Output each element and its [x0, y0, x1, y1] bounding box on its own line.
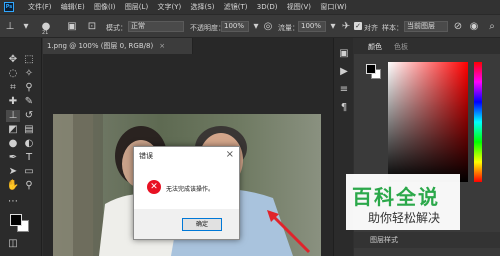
dialog-title: 错误 [139, 152, 153, 160]
mode-label: 模式： [106, 24, 127, 32]
zoom-tool-icon[interactable]: ⚲ [22, 180, 36, 192]
menu-image[interactable]: 图像(I) [94, 2, 116, 12]
clone-stamp-tool-icon[interactable]: ⊥ [4, 21, 16, 33]
pen-tool-icon[interactable]: ✒ [6, 152, 20, 164]
clone-stamp-tool-icon[interactable]: ⊥ [6, 110, 20, 122]
brush-settings-icon[interactable]: ▣ [66, 21, 78, 33]
airbrush-icon[interactable]: ✈ [340, 21, 352, 33]
menu-edit[interactable]: 编辑(E) [61, 2, 85, 12]
search-icon[interactable]: ⌕ [486, 21, 498, 33]
menu-select[interactable]: 选择(S) [191, 2, 215, 12]
blur-tool-icon[interactable]: ● [6, 138, 20, 150]
panel-tabs: 颜色 色板 [354, 38, 500, 54]
clone-source-icon[interactable]: ⊡ [86, 21, 98, 33]
opacity-dropdown-icon[interactable]: ▾ [250, 21, 262, 33]
pressure-size-icon[interactable]: ◉ [468, 21, 480, 33]
red-arrow-annotation [267, 210, 311, 254]
flow-input[interactable]: 100% [298, 21, 326, 32]
dropdown-arrow-icon[interactable]: ▾ [20, 21, 32, 33]
properties-panel-icon[interactable]: ≡ [338, 84, 350, 96]
watermark: 百科全说 助你轻松解决 [346, 174, 460, 230]
dialog-close-icon[interactable]: × [226, 149, 234, 160]
foreground-color-swatch[interactable] [10, 214, 22, 226]
layer-style-label: 图层样式 [370, 236, 398, 244]
menu-window[interactable]: 窗口(W) [320, 2, 346, 12]
history-panel-icon[interactable]: ▣ [338, 48, 350, 60]
history-brush-tool-icon[interactable]: ↺ [22, 110, 36, 122]
close-tab-icon[interactable]: × [159, 42, 165, 50]
mode-select[interactable]: 正常 [128, 21, 184, 32]
opacity-input[interactable]: 100% [221, 21, 249, 32]
align-label: 对齐 [364, 24, 378, 32]
flow-dropdown-icon[interactable]: ▾ [327, 21, 339, 33]
menu-view[interactable]: 视图(V) [287, 2, 311, 12]
dialog-message: 无法完成该操作。 [166, 186, 215, 193]
photoshop-logo: Ps [4, 2, 14, 12]
move-tool-icon[interactable]: ✥ [6, 54, 20, 66]
tab-color[interactable]: 颜色 [368, 42, 382, 52]
tools-panel: ✥ ⬚ ◌ ✧ ⌗ ⚲ ✚ ✎ ⊥ ↺ ◩ ▤ ● ◐ ✒ T ➤ ▭ ✋ ⚲ … [0, 38, 42, 256]
panel-foreground-swatch[interactable] [366, 64, 376, 74]
hue-slider[interactable] [474, 62, 482, 182]
menu-bar: Ps 文件(F) 编辑(E) 图像(I) 图层(L) 文字(Y) 选择(S) 滤… [0, 0, 500, 14]
eyedropper-tool-icon[interactable]: ⚲ [22, 82, 36, 94]
dodge-tool-icon[interactable]: ◐ [22, 138, 36, 150]
layer-style-header[interactable]: 图层样式 [354, 232, 500, 248]
sample-select[interactable]: 当前图层 [404, 21, 448, 32]
crop-tool-icon[interactable]: ⌗ [6, 82, 20, 94]
actions-panel-icon[interactable]: ▶ [338, 66, 350, 78]
hand-tool-icon[interactable]: ✋ [6, 180, 20, 192]
document-tab[interactable]: 1.png @ 100% (图层 0, RGB/8) × [43, 38, 193, 54]
align-checkbox[interactable]: ✓ [354, 22, 362, 30]
path-selection-tool-icon[interactable]: ➤ [6, 166, 20, 178]
marquee-tool-icon[interactable]: ⬚ [22, 54, 36, 66]
tab-swatches[interactable]: 色板 [394, 42, 408, 52]
more-tools-icon[interactable]: ⋯ [6, 196, 20, 208]
menu-3d[interactable]: 3D(D) [257, 3, 278, 11]
brush-tool-icon[interactable]: ✎ [22, 96, 36, 108]
quick-mask-icon[interactable]: ◫ [6, 238, 20, 250]
paragraph-panel-icon[interactable]: ¶ [338, 102, 350, 114]
menu-filter[interactable]: 滤镜(T) [224, 2, 248, 12]
error-dialog: 错误 × ✕ 无法完成该操作。 确定 [133, 146, 240, 240]
magic-wand-tool-icon[interactable]: ✧ [22, 68, 36, 80]
healing-brush-tool-icon[interactable]: ✚ [6, 96, 20, 108]
flow-label: 流量： [278, 24, 299, 32]
eraser-tool-icon[interactable]: ◩ [6, 124, 20, 136]
error-icon: ✕ [147, 180, 161, 194]
options-bar: ⊥ ▾ ● 21 ▣ ⊡ 模式： 正常 不透明度： 100% ▾ ◎ 流量： 1… [0, 14, 500, 38]
watermark-slogan: 助你轻松解决 [368, 211, 441, 225]
document-tab-title: 1.png @ 100% (图层 0, RGB/8) [47, 42, 154, 50]
ok-button[interactable]: 确定 [182, 218, 222, 231]
gradient-tool-icon[interactable]: ▤ [22, 124, 36, 136]
rectangle-tool-icon[interactable]: ▭ [22, 166, 36, 178]
watermark-brand: 百科全说 [352, 185, 440, 209]
opacity-label: 不透明度： [190, 24, 225, 32]
ignore-adjustment-icon[interactable]: ⊘ [452, 21, 464, 33]
color-field[interactable] [388, 62, 468, 182]
lasso-tool-icon[interactable]: ◌ [6, 68, 20, 80]
brush-size-value: 21 [42, 30, 49, 36]
menu-type[interactable]: 文字(Y) [157, 2, 181, 12]
menu-layer[interactable]: 图层(L) [125, 2, 148, 12]
pressure-opacity-icon[interactable]: ◎ [262, 21, 274, 33]
menu-file[interactable]: 文件(F) [28, 2, 52, 12]
dialog-footer: 确定 [134, 209, 239, 239]
sample-label: 样本： [382, 24, 403, 32]
type-tool-icon[interactable]: T [22, 152, 36, 164]
